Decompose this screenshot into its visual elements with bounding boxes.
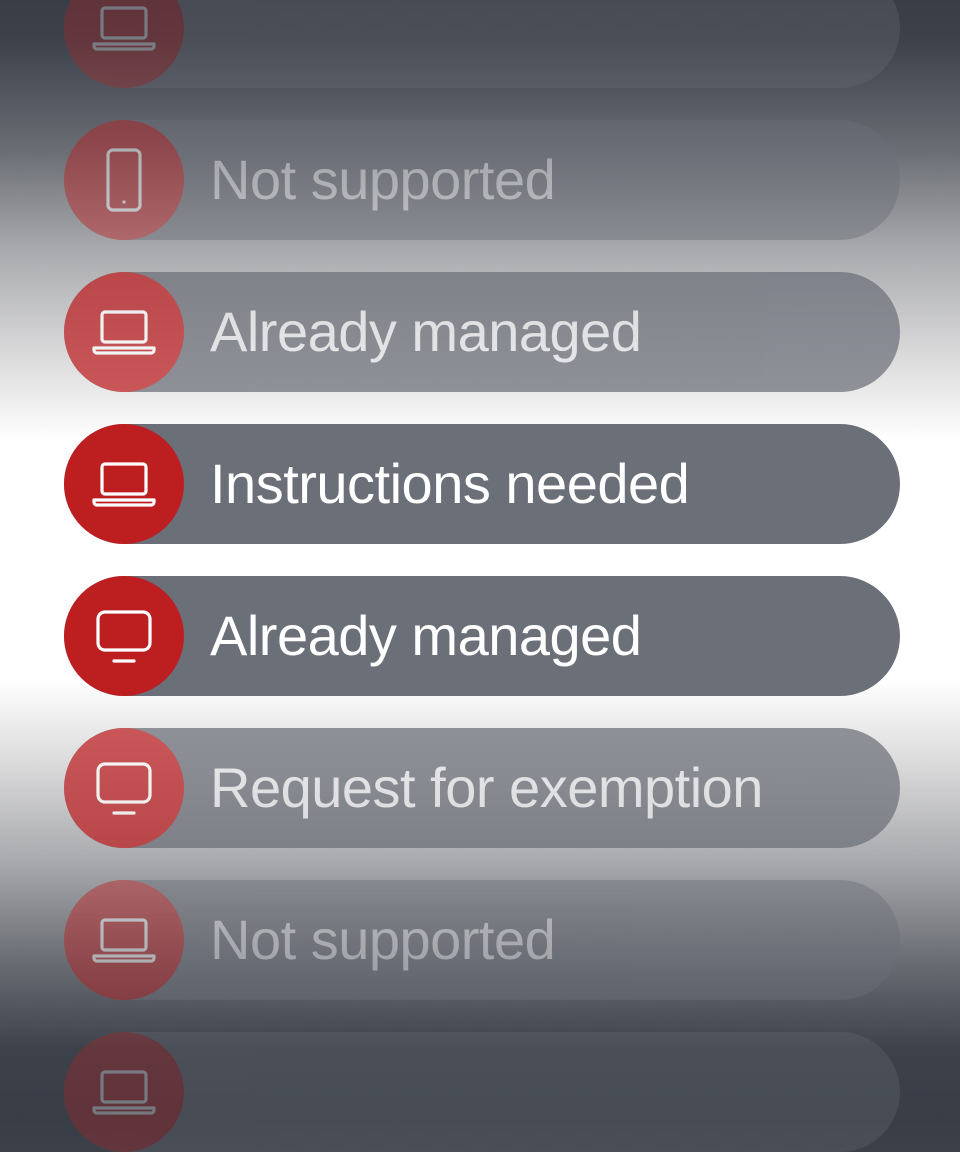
picker-item-label: Instructions needed — [210, 452, 690, 515]
picker-item-label: Already managed — [210, 300, 642, 363]
picker-item-label: Request for exemption — [210, 756, 763, 819]
picker-item[interactable]: Not supported — [64, 880, 900, 1000]
picker-item[interactable]: Request for exemption — [64, 728, 900, 848]
picker-item[interactable]: Already managed — [64, 576, 900, 696]
monitor-icon — [88, 752, 160, 824]
laptop-icon — [88, 296, 160, 368]
laptop-icon — [88, 448, 160, 520]
device-status-badge — [64, 0, 184, 88]
device-status-badge — [64, 272, 184, 392]
picker-item-selected[interactable]: Instructions needed — [64, 424, 900, 544]
picker-item[interactable] — [64, 0, 900, 88]
device-status-picker[interactable]: Not supported Already managed Instructio… — [0, 0, 960, 1152]
phone-icon — [88, 144, 160, 216]
picker-item[interactable] — [64, 1032, 900, 1152]
picker-item-label: Not supported — [210, 148, 556, 211]
device-status-badge — [64, 728, 184, 848]
picker-item-label: Already managed — [210, 604, 642, 667]
device-status-badge — [64, 880, 184, 1000]
picker-item-label: Not supported — [210, 908, 556, 971]
device-status-badge — [64, 424, 184, 544]
laptop-icon — [88, 0, 160, 64]
device-status-badge — [64, 1032, 184, 1152]
device-status-badge — [64, 576, 184, 696]
laptop-icon — [88, 904, 160, 976]
picker-item[interactable]: Already managed — [64, 272, 900, 392]
device-status-badge — [64, 120, 184, 240]
laptop-icon — [88, 1056, 160, 1128]
picker-item[interactable]: Not supported — [64, 120, 900, 240]
monitor-icon — [88, 600, 160, 672]
